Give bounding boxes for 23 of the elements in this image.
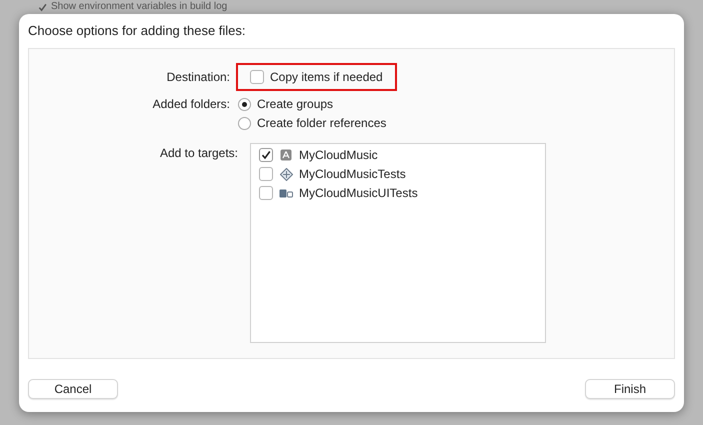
dialog-title: Choose options for adding these files: <box>28 22 247 40</box>
checkbox[interactable] <box>250 70 264 84</box>
checkbox[interactable] <box>259 148 273 162</box>
checkbox[interactable] <box>259 167 273 181</box>
radio-button[interactable] <box>238 98 251 110</box>
app-icon <box>280 149 292 161</box>
option-label: Create groups <box>257 96 334 113</box>
field-label: Added folders: <box>152 96 231 112</box>
target-name: MyCloudMusicUITests <box>299 185 418 202</box>
option-label: Show environment variables in build log <box>51 2 228 12</box>
cancel-button[interactable]: Cancel <box>28 378 118 398</box>
option-label: Create folder references <box>257 115 386 132</box>
target-name: MyCloudMusicTests <box>299 166 406 183</box>
option-label: Copy items if needed <box>270 68 383 86</box>
window-icon <box>279 188 293 198</box>
field-label: Add to targets: <box>158 144 239 162</box>
target-name: MyCloudMusic <box>299 147 378 164</box>
finish-button[interactable]: Finish <box>585 378 675 398</box>
field-label: Destination: <box>166 68 231 86</box>
checkmark-icon <box>261 150 271 160</box>
diamond-icon <box>280 168 292 180</box>
radio-button[interactable] <box>238 116 251 130</box>
checkbox[interactable] <box>259 186 273 200</box>
